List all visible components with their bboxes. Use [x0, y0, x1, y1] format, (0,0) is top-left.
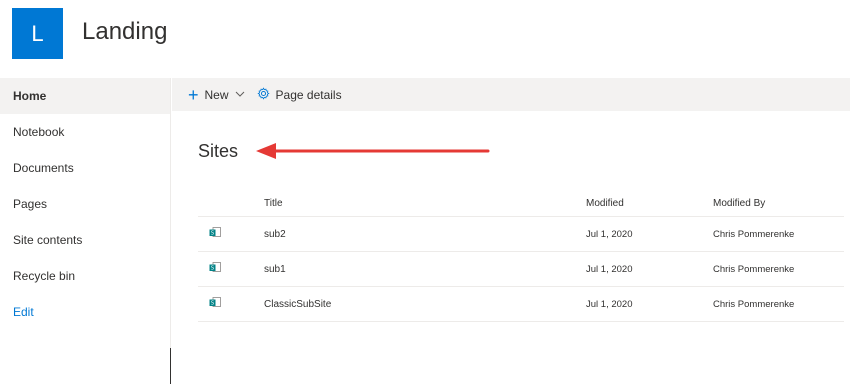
column-header-title[interactable]: Title — [264, 198, 586, 209]
nav-item-notebook[interactable]: Notebook — [0, 114, 170, 150]
row-modified-by: Chris Pommerenke — [713, 263, 795, 275]
nav-item-home[interactable]: Home — [0, 78, 170, 114]
chevron-down-icon[interactable] — [235, 89, 245, 100]
column-header-modified[interactable]: Modified — [586, 198, 713, 209]
gear-icon — [256, 86, 270, 103]
page-details-label: Page details — [275, 87, 342, 102]
row-title[interactable]: sub1 — [264, 264, 586, 275]
new-label: New — [204, 87, 229, 102]
sites-list: Title Modified Modified By S sub2 Jul 1,… — [198, 191, 844, 322]
site-header: L Landing — [0, 0, 850, 78]
annotation-arrow — [256, 143, 490, 159]
nav-item-pages[interactable]: Pages — [0, 186, 170, 222]
row-title[interactable]: ClassicSubSite — [264, 299, 586, 310]
column-header-modified-by[interactable]: Modified By — [713, 198, 844, 209]
nav-item-recycle-bin[interactable]: Recycle bin — [0, 258, 170, 294]
nav-edit-link[interactable]: Edit — [0, 294, 170, 330]
nav-item-site-contents[interactable]: Site contents — [0, 222, 170, 258]
main-content: Sites Title Modified Modified By S sub2 — [172, 111, 850, 384]
sites-section-title: Sites — [198, 141, 239, 161]
row-modified-by: Chris Pommerenke — [713, 228, 795, 240]
sharepoint-site-icon: S — [209, 226, 221, 239]
row-modified-by: Chris Pommerenke — [713, 298, 795, 310]
new-button[interactable]: + New — [188, 86, 245, 104]
svg-text:S: S — [211, 230, 214, 236]
svg-text:S: S — [211, 300, 214, 306]
sharepoint-site-icon: S — [209, 261, 221, 274]
list-header: Title Modified Modified By — [198, 191, 844, 217]
site-title[interactable]: Landing — [82, 18, 167, 46]
nav-divider — [170, 348, 171, 384]
row-title[interactable]: sub2 — [264, 229, 586, 240]
row-modified: Jul 1, 2020 — [586, 263, 633, 275]
command-bar: + New Page details — [172, 78, 850, 111]
row-modified: Jul 1, 2020 — [586, 298, 633, 310]
table-row[interactable]: S sub1 Jul 1, 2020 Chris Pommerenke — [198, 252, 844, 287]
page-details-button[interactable]: Page details — [256, 86, 342, 103]
plus-icon: + — [188, 84, 199, 105]
sharepoint-site-icon: S — [209, 296, 221, 309]
svg-text:S: S — [211, 265, 214, 271]
table-row[interactable]: S sub2 Jul 1, 2020 Chris Pommerenke — [198, 217, 844, 252]
site-logo[interactable]: L — [12, 8, 63, 59]
nav-item-documents[interactable]: Documents — [0, 150, 170, 186]
left-nav: Home Notebook Documents Pages Site conte… — [0, 78, 171, 384]
table-row[interactable]: S ClassicSubSite Jul 1, 2020 Chris Pomme… — [198, 287, 844, 322]
row-modified: Jul 1, 2020 — [586, 228, 633, 240]
